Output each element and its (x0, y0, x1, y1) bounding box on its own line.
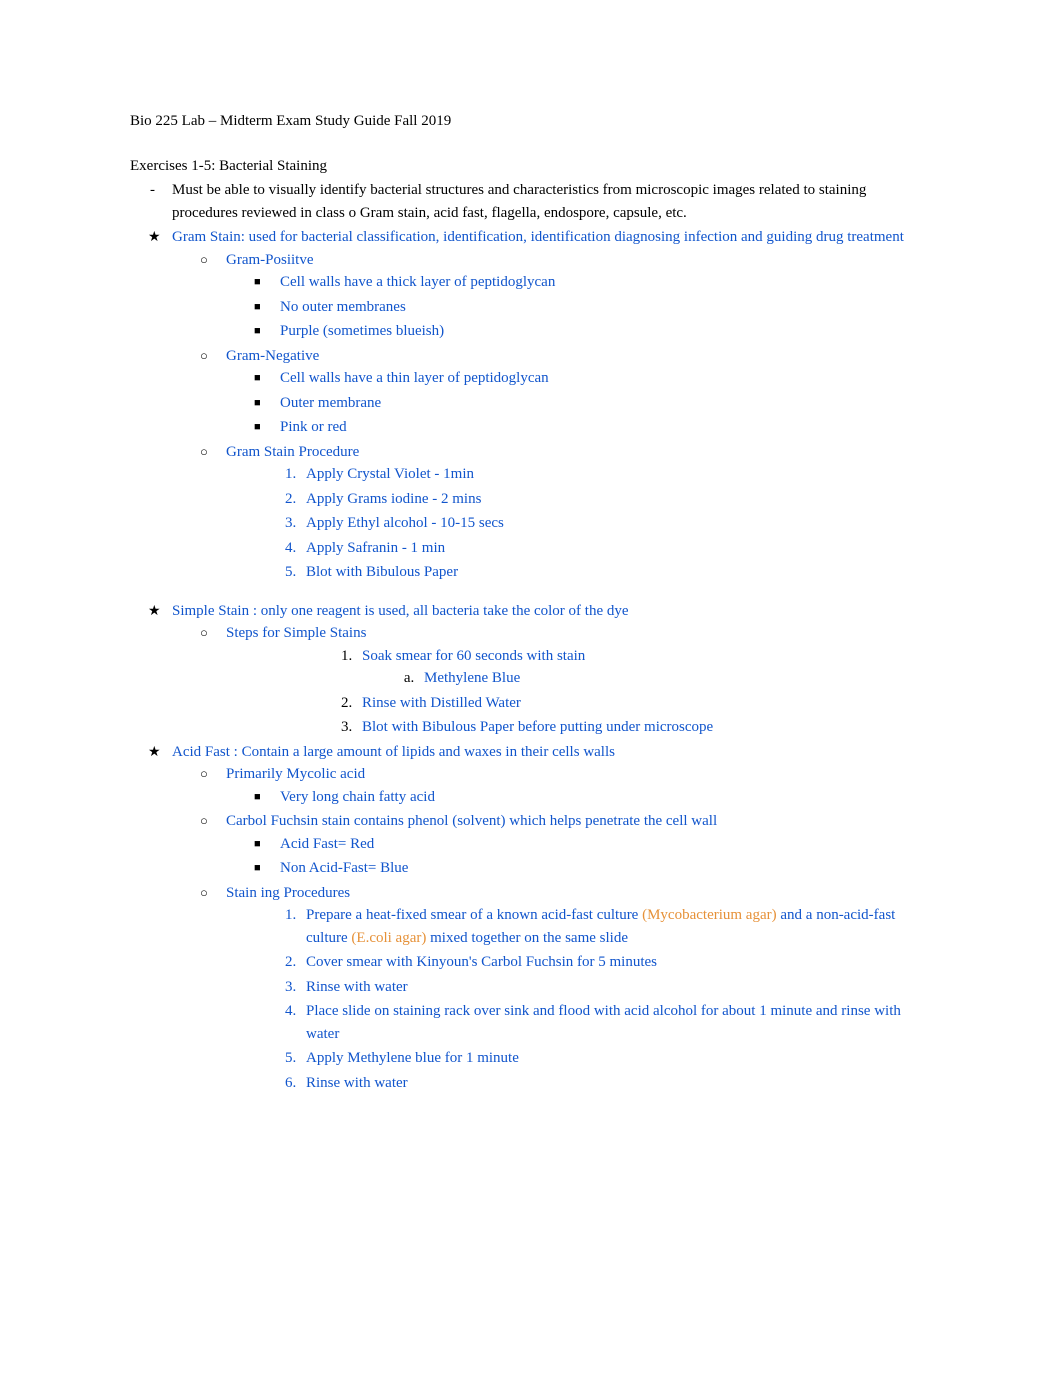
text: Prepare a heat-fixed smear of a known ac… (306, 907, 642, 923)
simple-stain-label: Simple Stain (172, 603, 253, 619)
page-title: Bio 225 Lab – Midterm Exam Study Guide F… (130, 110, 932, 133)
list-item: Methylene Blue (418, 667, 932, 690)
list-item: Cover smear with Kinyoun's Carbol Fuchsi… (300, 951, 932, 974)
list-item: Rinse with Distilled Water (356, 692, 932, 715)
section-heading: Exercises 1-5: Bacterial Staining (130, 155, 932, 178)
acid-fast-item: Acid Fast : Contain a large amount of li… (172, 741, 932, 1095)
text: Rinse with Distilled Water (362, 695, 521, 711)
carbol-label: Carbol Fuchsin stain contains phenol (so… (226, 813, 717, 829)
gram-procedure-item: Gram Stain Procedure Apply Crystal Viole… (226, 441, 932, 584)
text: Very long chain fatty acid (280, 789, 435, 805)
list-item: Rinse with water (300, 1072, 932, 1095)
intro-bullet: Must be able to visually identify bacter… (172, 179, 932, 224)
text-orange: (E.coli agar) (351, 930, 426, 946)
list-item: Soak smear for 60 seconds with stain Met… (356, 645, 932, 690)
mycolic-item: Primarily Mycolic acid Very long chain f… (226, 763, 932, 808)
text: Apply Methylene blue for 1 minute (306, 1050, 519, 1066)
list-item: Place slide on staining rack over sink a… (300, 1000, 932, 1045)
gram-procedure-label: Gram Stain Procedure (226, 444, 359, 460)
staining-procedures-label: Stain ing Procedures (226, 885, 350, 901)
gram-negative-label: Gram-Negative (226, 348, 319, 364)
gram-positive-item: Gram-Posiitve Cell walls have a thick la… (226, 249, 932, 343)
carbol-item: Carbol Fuchsin stain contains phenol (so… (226, 810, 932, 880)
text: Pink or red (280, 419, 347, 435)
simple-steps-item: Steps for Simple Stains Soak smear for 6… (226, 622, 932, 739)
text: Blot with Bibulous Paper (306, 564, 458, 580)
gram-stain-desc: used for bacterial classification, ident… (249, 229, 904, 245)
list-item: Prepare a heat-fixed smear of a known ac… (300, 904, 932, 949)
staining-procedures-item: Stain ing Procedures Prepare a heat-fixe… (226, 882, 932, 1095)
text: Place slide on staining rack over sink a… (306, 1003, 901, 1042)
list-item: Apply Methylene blue for 1 minute (300, 1047, 932, 1070)
text: Non Acid-Fast= Blue (280, 860, 408, 876)
list-item: Non Acid-Fast= Blue (280, 857, 932, 880)
text: Cell walls have a thick layer of peptido… (280, 274, 555, 290)
text: Apply Grams iodine - 2 mins (306, 491, 481, 507)
text: Apply Safranin - 1 min (306, 540, 445, 556)
list-item: Blot with Bibulous Paper before putting … (356, 716, 932, 739)
list-item: Apply Grams iodine - 2 mins (300, 488, 932, 511)
list-item: Acid Fast= Red (280, 833, 932, 856)
acid-fast-label: Acid Fast (172, 744, 234, 760)
gram-negative-item: Gram-Negative Cell walls have a thin lay… (226, 345, 932, 439)
text: Apply Crystal Violet - 1min (306, 466, 474, 482)
text: mixed together on the same slide (426, 930, 628, 946)
list-item: Apply Crystal Violet - 1min (300, 463, 932, 486)
text: No outer membranes (280, 299, 406, 315)
list-item: Very long chain fatty acid (280, 786, 932, 809)
list-item: Apply Safranin - 1 min (300, 537, 932, 560)
text: Blot with Bibulous Paper before putting … (362, 719, 713, 735)
list-item: Cell walls have a thin layer of peptidog… (280, 367, 932, 390)
list-item: No outer membranes (280, 296, 932, 319)
text: Outer membrane (280, 395, 381, 411)
simple-stain-item: Simple Stain : only one reagent is used,… (172, 600, 932, 739)
acid-fast-desc: : Contain a large amount of lipids and w… (234, 744, 615, 760)
text: Soak smear for 60 seconds with stain (362, 648, 585, 664)
simple-stain-desc: : only one reagent is used, all bacteria… (253, 603, 629, 619)
list-item: Rinse with water (300, 976, 932, 999)
text: Cover smear with Kinyoun's Carbol Fuchsi… (306, 954, 657, 970)
text: Rinse with water (306, 979, 408, 995)
text: Apply Ethyl alcohol - 10-15 secs (306, 515, 504, 531)
list-item: Blot with Bibulous Paper (300, 561, 932, 584)
text: Acid Fast= Red (280, 836, 374, 852)
text: Rinse with water (306, 1075, 408, 1091)
list-item: Purple (sometimes blueish) (280, 320, 932, 343)
list-item: Apply Ethyl alcohol - 10-15 secs (300, 512, 932, 535)
text: Cell walls have a thin layer of peptidog… (280, 370, 549, 386)
list-item: Pink or red (280, 416, 932, 439)
text: Methylene Blue (424, 670, 520, 686)
list-item: Outer membrane (280, 392, 932, 415)
gram-stain-label: Gram Stain: (172, 229, 249, 245)
list-item: Cell walls have a thick layer of peptido… (280, 271, 932, 294)
text-orange: (Mycobacterium agar) (642, 907, 777, 923)
simple-steps-label: Steps for Simple Stains (226, 625, 366, 641)
gram-stain-item: Gram Stain: used for bacterial classific… (172, 226, 932, 584)
gram-positive-label: Gram-Posiitve (226, 252, 314, 268)
mycolic-label: Primarily Mycolic acid (226, 766, 365, 782)
text: Purple (sometimes blueish) (280, 323, 444, 339)
